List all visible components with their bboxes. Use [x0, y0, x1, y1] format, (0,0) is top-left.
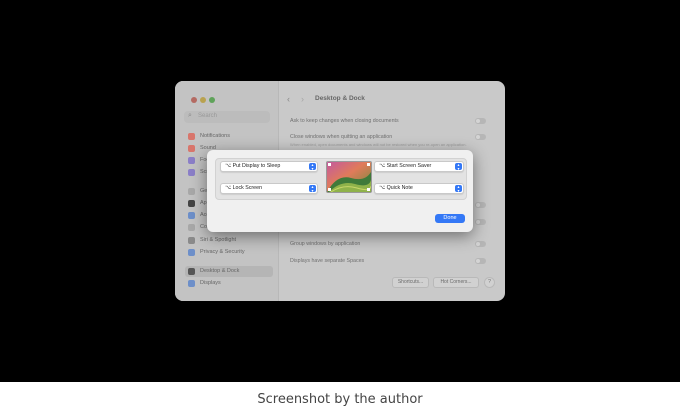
hidden-setting-toggle[interactable] — [475, 202, 486, 208]
hidden-setting-toggle[interactable] — [475, 219, 486, 225]
setting-row: Ask to keep changes when closing documen… — [290, 118, 496, 124]
hot-corners-button[interactable]: Hot Corners... — [433, 277, 479, 288]
search-input[interactable]: ⌕ Search — [184, 111, 270, 123]
notifications-icon — [188, 133, 195, 140]
wallpaper-image — [327, 162, 371, 192]
desktop-preview-image — [326, 161, 372, 193]
image-caption: Screenshot by the author — [257, 392, 423, 407]
forward-chevron-icon[interactable]: › — [301, 94, 304, 104]
sidebar-item-siri-spotlight[interactable]: Siri & Spotlight — [185, 235, 273, 246]
shortcuts-button[interactable]: Shortcuts... — [392, 277, 429, 288]
top-left-corner-select[interactable]: ⌥ Put Display to Sleep ▴ ▾ — [220, 161, 318, 172]
sidebar-item-label: Desktop & Dock — [200, 268, 240, 274]
group-windows-toggle[interactable] — [475, 241, 486, 247]
control-centre-icon — [188, 224, 195, 231]
zoom-window-button[interactable] — [209, 97, 215, 103]
appearance-icon — [188, 200, 195, 207]
sidebar-item-notifications[interactable]: Notifications — [185, 131, 273, 142]
back-chevron-icon[interactable]: ‹ — [287, 94, 290, 104]
search-icon: ⌕ — [188, 112, 192, 119]
page-title: Desktop & Dock — [315, 95, 365, 102]
close-windows-toggle[interactable] — [475, 134, 486, 140]
sidebar-item-label: Notifications — [200, 133, 230, 139]
siri-icon — [188, 237, 195, 244]
screen-time-icon — [188, 169, 195, 176]
minimize-window-button[interactable] — [200, 97, 206, 103]
sidebar-item-privacy-security[interactable]: Privacy & Security — [185, 247, 273, 258]
hot-corners-frame: ⌥ Put Display to Sleep ▴ ▾ ⌥ Lock Screen … — [215, 158, 467, 200]
top-right-corner-select[interactable]: ⌥ Start Screen Saver ▴ ▾ — [374, 161, 464, 172]
sidebar-item-label: Siri & Spotlight — [200, 237, 237, 243]
corner-marker-icon — [367, 188, 370, 191]
hot-corners-sheet: ⌥ Put Display to Sleep ▴ ▾ ⌥ Lock Screen … — [207, 150, 473, 232]
sidebar-item-desktop-dock[interactable]: Desktop & Dock — [185, 266, 273, 277]
search-placeholder: Search — [198, 113, 218, 119]
bottom-right-corner-select[interactable]: ⌥ Quick Note ▴ ▾ — [374, 183, 464, 194]
sidebar-item-displays[interactable]: Displays — [185, 278, 273, 289]
dock-icon — [188, 268, 195, 275]
chevron-up-down-icon: ▴ ▾ — [309, 163, 316, 170]
sound-icon — [188, 145, 195, 152]
setting-row: Displays have separate Spaces — [290, 258, 496, 264]
setting-label: Group windows by application — [290, 241, 361, 247]
corner-marker-icon — [328, 188, 331, 191]
chevron-up-down-icon: ▴ ▾ — [455, 163, 462, 170]
top-left-corner-value: ⌥ Put Display to Sleep — [225, 163, 281, 169]
gear-icon — [188, 188, 195, 195]
separate-spaces-toggle[interactable] — [475, 258, 486, 264]
done-button[interactable]: Done — [435, 214, 465, 223]
close-window-button[interactable] — [191, 97, 197, 103]
setting-row: Close windows when quitting an applicati… — [290, 134, 496, 147]
chevron-up-down-icon: ▴ ▾ — [309, 185, 316, 192]
ask-keep-changes-toggle[interactable] — [475, 118, 486, 124]
sidebar-item-label: Displays — [200, 280, 221, 286]
help-button[interactable]: ? — [484, 277, 495, 288]
setting-label: Displays have separate Spaces — [290, 258, 365, 264]
bottom-left-corner-value: ⌥ Lock Screen — [225, 185, 263, 191]
bottom-left-corner-select[interactable]: ⌥ Lock Screen ▴ ▾ — [220, 183, 318, 194]
sidebar-item-label: Privacy & Security — [200, 249, 245, 255]
bottom-right-corner-value: ⌥ Quick Note — [379, 185, 413, 191]
hand-icon — [188, 249, 195, 256]
accessibility-icon — [188, 212, 195, 219]
corner-marker-icon — [328, 163, 331, 166]
setting-label: Ask to keep changes when closing documen… — [290, 118, 399, 124]
chevron-up-down-icon: ▴ ▾ — [455, 185, 462, 192]
setting-description: When enabled, open documents and windows… — [290, 142, 467, 147]
top-right-corner-value: ⌥ Start Screen Saver — [379, 163, 432, 169]
display-icon — [188, 280, 195, 287]
setting-row: Group windows by application — [290, 241, 496, 247]
setting-label: Close windows when quitting an applicati… — [290, 134, 393, 140]
screenshot-stage: ⌕ Search Notifications Sound Focus Scree… — [0, 0, 680, 382]
corner-marker-icon — [367, 163, 370, 166]
focus-icon — [188, 157, 195, 164]
